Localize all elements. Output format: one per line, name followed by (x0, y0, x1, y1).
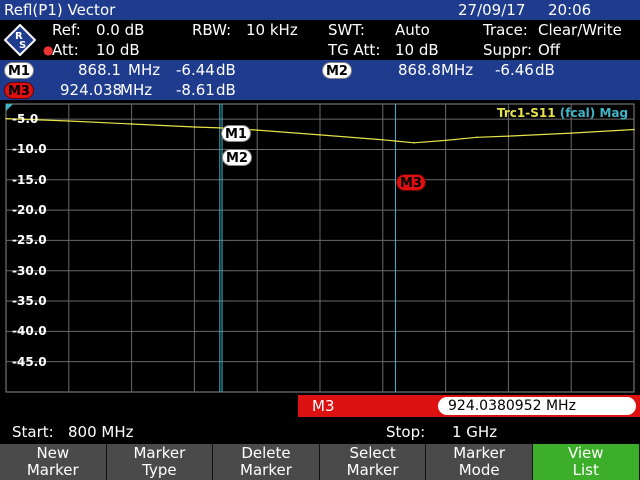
plot-marker-m1-label[interactable]: M1 (221, 125, 251, 142)
time-display: 20:06 (548, 1, 592, 19)
marker-m3-level: -8.61 (176, 81, 215, 99)
trace-point (256, 129, 259, 131)
trace-point (5, 117, 7, 120)
y-tick-label: -25.0 (12, 233, 47, 248)
plot-area[interactable]: -5.0 -10.0 -15.0 -20.0 -25.0 -30.0 -35.0 -40.0 -… (0, 100, 640, 420)
suppr-label: Suppr: (483, 41, 533, 59)
trace-point (394, 140, 397, 142)
swt-value: Auto (395, 21, 430, 39)
marker-m2-level: -6.46 (495, 61, 534, 79)
marker-m1-level: -6.44 (176, 61, 215, 79)
delete-marker-button[interactable]: Delete Marker (213, 444, 320, 480)
tg-att-value: 10 dB (395, 41, 439, 59)
trace-mode-value: Clear/Write (538, 21, 622, 39)
measurement-title: Refl(P1) Vector (4, 1, 116, 19)
plot-marker-m3-label[interactable]: M3 (396, 174, 426, 191)
y-tick-label: -40.0 (12, 324, 47, 339)
stop-value: 1 GHz (452, 423, 498, 441)
rbw-value: 10 kHz (246, 21, 298, 39)
settings-panel: Ref: 0.0 dB ● Att: 10 dB RBW: 10 kHz SWT… (0, 20, 640, 60)
marker-mode-button[interactable]: Marker Mode (426, 444, 533, 480)
marker-readout-bar: M1 868.1 MHz -6.44 dB M2 868.8 MHz -6.46… (0, 60, 640, 100)
active-marker-name: M3 (312, 397, 335, 415)
marker-m2-freq: 868.8 (398, 61, 441, 79)
marker-m3-badge[interactable]: M3 (4, 82, 34, 99)
y-tick-label: -35.0 (12, 294, 47, 309)
active-marker-info[interactable]: M3 924.0380952 MHz (298, 395, 640, 417)
marker-m3-level-unit: dB (216, 81, 236, 99)
ref-label: Ref: (52, 21, 81, 39)
marker-m3-unit: MHz (120, 81, 153, 99)
trace-point (476, 136, 478, 139)
ref-value: 0.0 dB (96, 21, 145, 39)
softkey-bar: New Marker Marker Type Delete Marker Select… (0, 444, 640, 480)
trace-point (219, 127, 221, 129)
select-marker-button[interactable]: Select Marker (319, 444, 427, 480)
plot-marker-m2-label[interactable]: M2 (222, 149, 252, 166)
y-tick-label: -30.0 (12, 263, 47, 278)
trace-point (633, 128, 635, 131)
marker-m1-badge[interactable]: M1 (4, 62, 34, 79)
date-display: 27/09/17 (458, 1, 526, 19)
trace-format: Mag (599, 106, 629, 120)
svg-text:S: S (19, 40, 26, 51)
marker-m2-badge[interactable]: M2 (322, 62, 352, 79)
trace-plot[interactable] (0, 100, 640, 420)
trace-point (444, 139, 447, 142)
trace-point (130, 123, 133, 125)
trace-point (193, 126, 196, 128)
trace-point (68, 120, 70, 122)
active-marker-freq-input[interactable]: 924.0380952 MHz (438, 397, 636, 415)
marker-m3-freq: 924.038 (60, 81, 123, 99)
trace-point (570, 132, 572, 134)
swt-label: SWT: (328, 21, 365, 39)
att-label: Att: (52, 41, 79, 59)
y-tick-label: -10.0 (12, 142, 47, 157)
suppr-value: Off (538, 41, 561, 59)
rbw-label: RBW: (192, 21, 232, 39)
marker-m1-freq: 868.1 (78, 61, 121, 79)
marker-m2-unit: MHz (441, 61, 474, 79)
marker-m1-unit: MHz (128, 61, 161, 79)
span-bar: Start: 800 MHz Stop: 1 GHz (0, 420, 640, 444)
tg-att-label: TG Att: (328, 41, 381, 59)
att-value: 10 dB (96, 41, 140, 59)
y-tick-label: -15.0 (12, 172, 47, 187)
y-tick-label: -20.0 (12, 203, 47, 218)
y-tick-label: -5.0 (12, 112, 39, 127)
y-tick-label: -45.0 (12, 354, 47, 369)
brand-logo-icon: R S (4, 24, 36, 56)
trace-name: Trc1-S11 (497, 106, 556, 120)
marker-m2-level-unit: dB (535, 61, 555, 79)
trace-point (319, 134, 321, 136)
trace-label: Trc1-S11 (fcal) Mag (497, 106, 628, 120)
marker-type-button[interactable]: Marker Type (106, 444, 214, 480)
view-list-button[interactable]: View List (532, 444, 640, 480)
new-marker-button[interactable]: New Marker (0, 444, 107, 480)
trace-point (413, 142, 416, 144)
trace-point (507, 135, 510, 137)
trace-point (382, 138, 384, 141)
trace-mode-label: Trace: (483, 21, 528, 39)
title-bar: Refl(P1) Vector 27/09/17 20:06 (0, 0, 640, 20)
start-value: 800 MHz (68, 423, 134, 441)
marker-m1-level-unit: dB (216, 61, 236, 79)
trace-cal: (fcal) (559, 106, 596, 120)
reference-level-icon (6, 104, 13, 111)
start-label: Start: (12, 423, 54, 441)
stop-label: Stop: (386, 423, 426, 441)
